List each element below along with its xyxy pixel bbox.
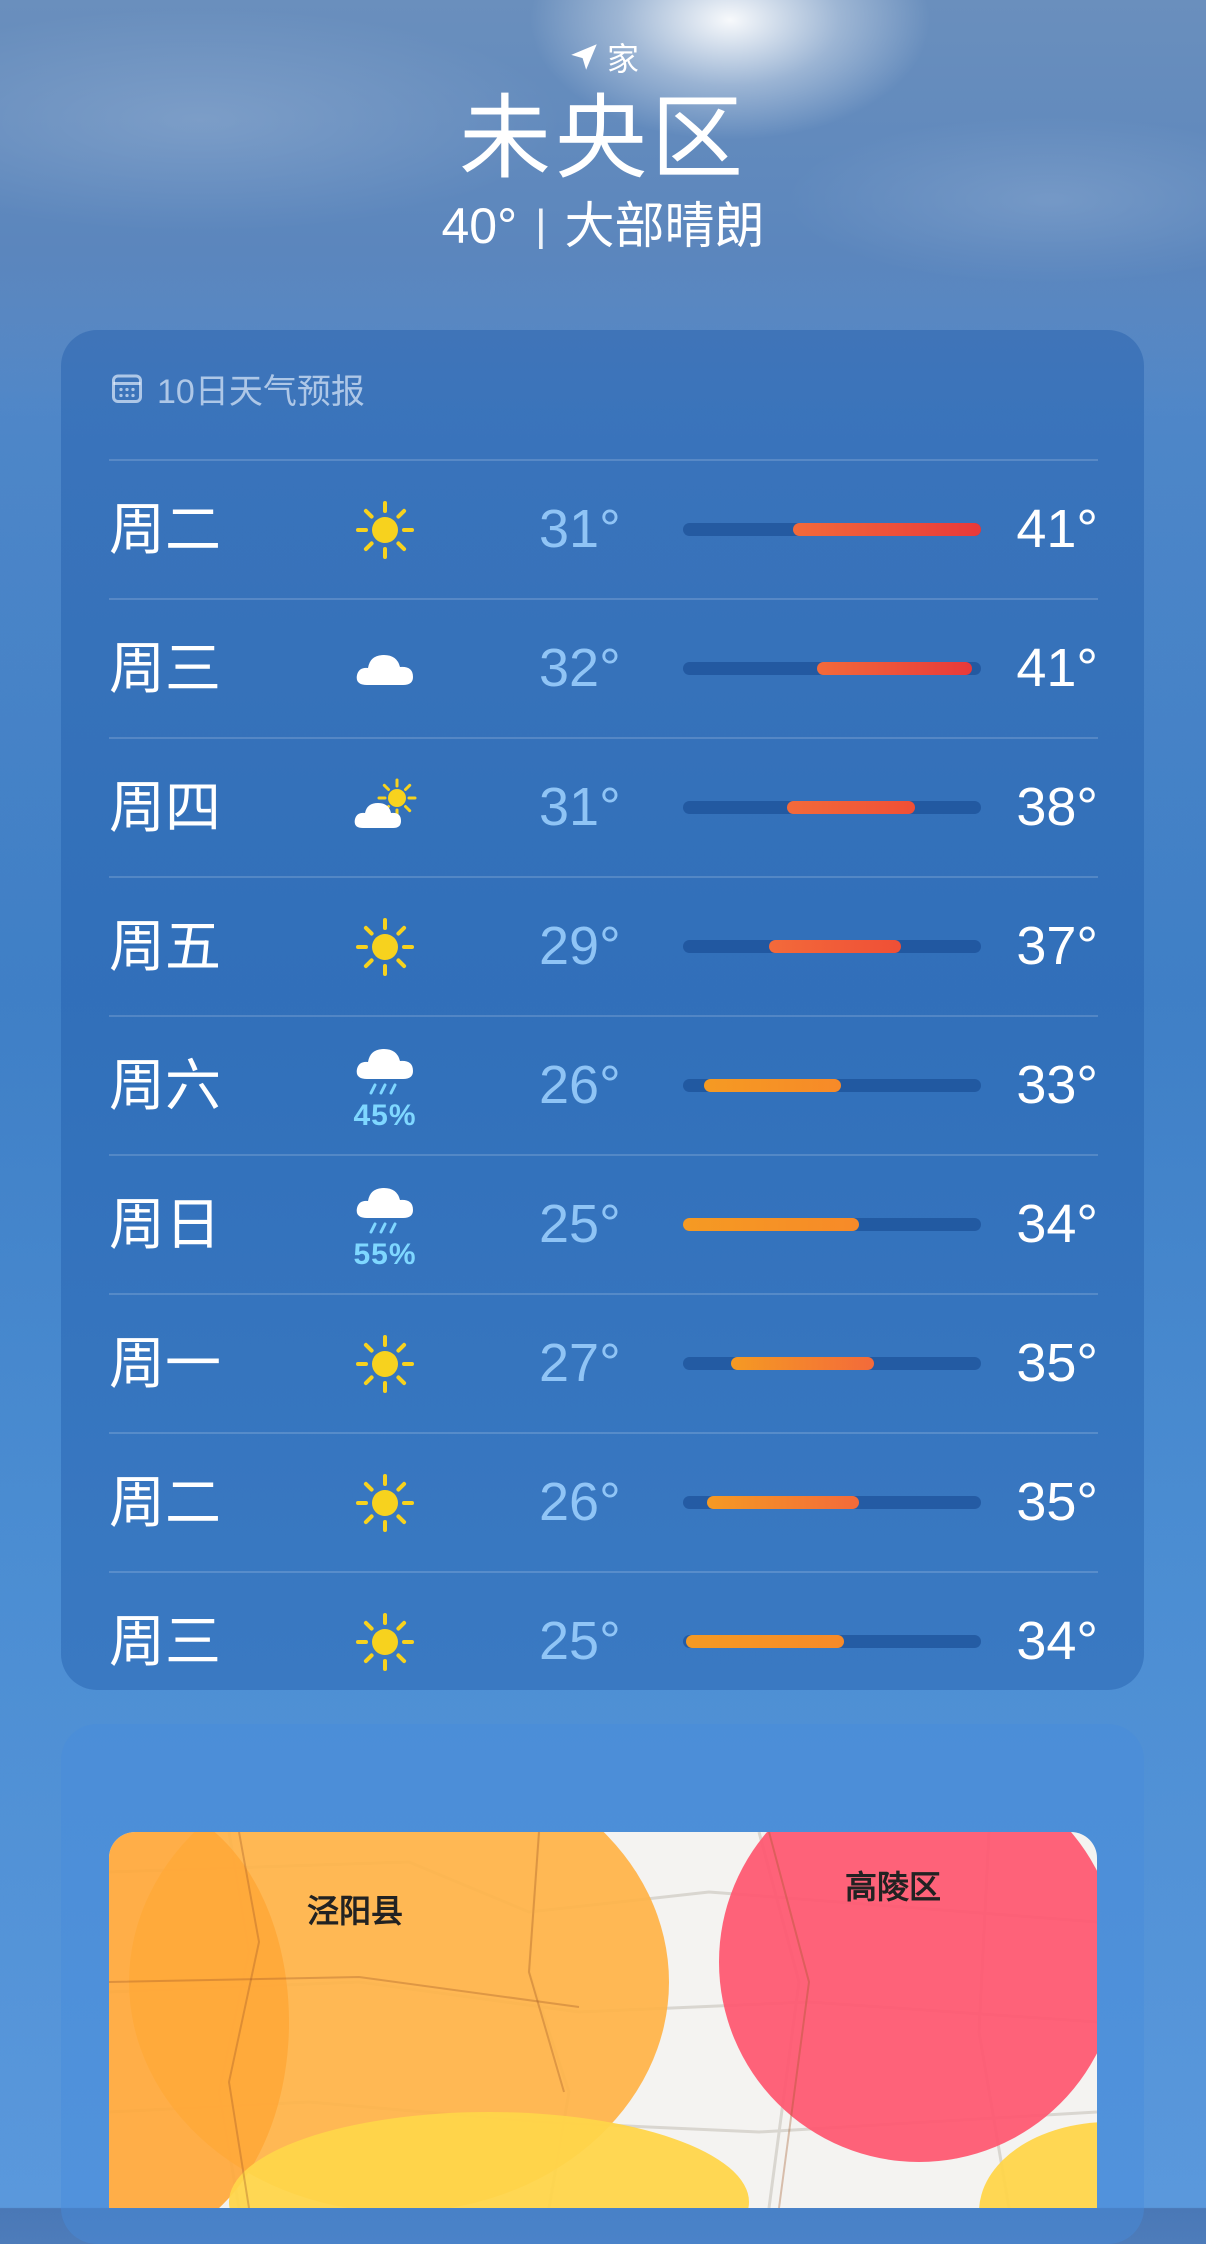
forecast-row[interactable]: 周六 45% 26° 33° bbox=[109, 1015, 1098, 1154]
forecast-day: 周一 bbox=[109, 1332, 221, 1395]
forecast-row[interactable]: 周日 55% 25° 34° bbox=[109, 1154, 1098, 1293]
weather-icon-cell bbox=[345, 878, 425, 1015]
temperature-range-bar bbox=[683, 1496, 981, 1509]
rain-icon bbox=[353, 1178, 417, 1242]
forecast-row[interactable]: 周二 31° 41° bbox=[109, 459, 1098, 598]
forecast-day: 周日 bbox=[109, 1193, 221, 1256]
low-temperature: 32° bbox=[539, 638, 621, 698]
precipitation-chance: 55% bbox=[353, 1237, 417, 1271]
forecast-day: 周五 bbox=[109, 915, 221, 978]
temperature-range-fill bbox=[703, 1079, 841, 1092]
calendar-icon bbox=[112, 374, 142, 403]
low-temperature: 29° bbox=[539, 916, 621, 976]
temperature-range-bar bbox=[683, 940, 981, 953]
temperature-range-bar bbox=[683, 801, 981, 814]
separator: | bbox=[535, 201, 547, 250]
low-temperature: 27° bbox=[539, 1333, 621, 1393]
city-name: 未央区 bbox=[458, 88, 747, 190]
current-conditions: 40° | 大部晴朗 bbox=[0, 194, 1206, 258]
cloud-icon bbox=[353, 637, 417, 701]
forecast-title: 10日天气预报 bbox=[157, 372, 365, 411]
forecast-day: 周二 bbox=[109, 1471, 221, 1534]
low-temperature: 25° bbox=[539, 1194, 621, 1254]
forecast-row[interactable]: 周三 25° 34° bbox=[109, 1571, 1098, 1710]
forecast-row[interactable]: 周二 26° 35° bbox=[109, 1432, 1098, 1571]
forecast-row[interactable]: 周三 32° 41° bbox=[109, 598, 1098, 737]
weather-icon-cell: 55% bbox=[345, 1156, 425, 1293]
ten-day-forecast-card[interactable]: 10日天气预报 周二 31° 41° 周三 32° 41° 周四 31° 38° 周五 29° 37°… bbox=[61, 330, 1144, 1690]
forecast-card-header: 10日天气预报 bbox=[109, 360, 365, 416]
weather-icon-cell bbox=[345, 1434, 425, 1571]
map-graphic bbox=[109, 1832, 1097, 2208]
high-temperature: 33° bbox=[1016, 1055, 1098, 1115]
high-temperature: 34° bbox=[1016, 1194, 1098, 1254]
condition-text: 大部晴朗 bbox=[564, 198, 765, 254]
temperature-range-fill bbox=[683, 1218, 859, 1231]
low-temperature: 26° bbox=[539, 1055, 621, 1115]
map-label-gaoling: 高陵区 bbox=[845, 1869, 942, 1905]
temperature-range-bar bbox=[683, 1635, 981, 1648]
temperature-range-bar bbox=[683, 662, 981, 675]
temperature-range-fill bbox=[730, 1357, 874, 1370]
low-temperature: 26° bbox=[539, 1472, 621, 1532]
location-arrow-icon bbox=[571, 44, 597, 70]
high-temperature: 41° bbox=[1016, 638, 1098, 698]
temperature-range-fill bbox=[793, 523, 981, 536]
temperature-range-bar bbox=[683, 1079, 981, 1092]
sun-icon bbox=[353, 498, 417, 562]
high-temperature: 35° bbox=[1016, 1333, 1098, 1393]
weather-icon-cell bbox=[345, 461, 425, 598]
temperature-range-bar bbox=[683, 523, 981, 536]
current-temperature: 40° bbox=[441, 198, 518, 254]
precipitation-chance: 45% bbox=[353, 1098, 417, 1132]
sun-icon bbox=[353, 1471, 417, 1535]
precipitation-map[interactable]: 泾阳县 高陵区 bbox=[109, 1832, 1097, 2208]
high-temperature: 38° bbox=[1016, 777, 1098, 837]
forecast-day: 周六 bbox=[109, 1054, 221, 1117]
rain-icon bbox=[353, 1039, 417, 1103]
location-indicator: 家 bbox=[0, 30, 1206, 84]
temperature-range-fill bbox=[817, 662, 973, 675]
location-header: 家 未央区 40° | 大部晴朗 bbox=[0, 30, 1206, 258]
temperature-range-bar bbox=[683, 1357, 981, 1370]
high-temperature: 41° bbox=[1016, 499, 1098, 559]
weather-icon-cell bbox=[345, 1573, 425, 1710]
high-temperature: 35° bbox=[1016, 1472, 1098, 1532]
sun-icon bbox=[353, 1610, 417, 1674]
forecast-row[interactable]: 周五 29° 37° bbox=[109, 876, 1098, 1015]
weather-icon-cell: 45% bbox=[345, 1017, 425, 1154]
forecast-row[interactable]: 周四 31° 38° bbox=[109, 737, 1098, 876]
low-temperature: 31° bbox=[539, 499, 621, 559]
low-temperature: 25° bbox=[539, 1611, 621, 1671]
weather-icon-cell bbox=[345, 1295, 425, 1432]
weather-icon-cell bbox=[345, 739, 425, 876]
high-temperature: 34° bbox=[1016, 1611, 1098, 1671]
temperature-range-fill bbox=[787, 801, 916, 814]
partly-cloudy-icon bbox=[353, 776, 417, 840]
sun-icon bbox=[353, 915, 417, 979]
location-label: 家 bbox=[606, 41, 639, 77]
temperature-range-fill bbox=[706, 1496, 859, 1509]
temperature-range-fill bbox=[685, 1635, 844, 1648]
forecast-day: 周四 bbox=[109, 776, 221, 839]
low-temperature: 31° bbox=[539, 777, 621, 837]
temperature-range-fill bbox=[769, 940, 901, 953]
forecast-day: 周二 bbox=[109, 498, 221, 561]
sun-icon bbox=[353, 1332, 417, 1396]
high-temperature: 37° bbox=[1016, 916, 1098, 976]
forecast-day: 周三 bbox=[109, 637, 221, 700]
weather-icon-cell bbox=[345, 600, 425, 737]
map-label-jingyang: 泾阳县 bbox=[307, 1893, 404, 1929]
forecast-row[interactable]: 周一 27° 35° bbox=[109, 1293, 1098, 1432]
temperature-range-bar bbox=[683, 1218, 981, 1231]
forecast-day: 周三 bbox=[109, 1610, 221, 1673]
forecast-rows: 周二 31° 41° 周三 32° 41° 周四 31° 38° 周五 29° 37° 周六 45% 26°… bbox=[109, 459, 1098, 1710]
